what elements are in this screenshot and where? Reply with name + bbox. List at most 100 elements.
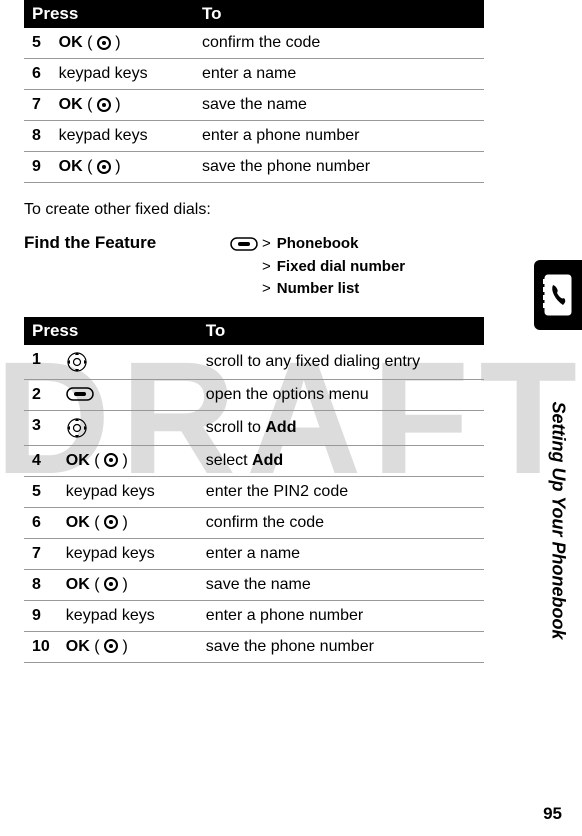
action-prefix: select: [206, 452, 252, 469]
center-key-icon: [104, 577, 118, 591]
action-bold: Add: [252, 452, 283, 469]
step-number: 1: [24, 345, 58, 380]
press-cell: keypad keys: [51, 59, 194, 90]
table-row: 7 OK ( ) save the name: [24, 90, 484, 121]
press-cell: OK ( ): [58, 445, 198, 476]
action-cell: save the phone number: [198, 631, 484, 662]
table-row: 3 scroll to Add: [24, 410, 484, 445]
action-cell: confirm the code: [198, 507, 484, 538]
press-cell: keypad keys: [58, 538, 198, 569]
table-row: 4 OK ( ) select Add: [24, 445, 484, 476]
step-number: 6: [24, 507, 58, 538]
table-row: 6 OK ( ) confirm the code: [24, 507, 484, 538]
key-suffix: ( ): [87, 158, 121, 175]
action-cell: enter a name: [194, 59, 484, 90]
page-content: Press To 5 OK ( ) confirm the code 6 key…: [0, 0, 582, 663]
key-suffix: ( ): [87, 96, 121, 113]
key-suffix: ( ): [94, 514, 128, 531]
center-key-icon: [97, 98, 111, 112]
action-cell: scroll to Add: [198, 410, 484, 445]
ok-label: OK: [66, 638, 90, 655]
action-prefix: scroll to: [206, 419, 266, 436]
action-cell: enter a phone number: [198, 600, 484, 631]
phonebook-icon: [541, 271, 575, 319]
table-row: 5 OK ( ) confirm the code: [24, 28, 484, 59]
find-feature: Find the Feature > Phonebook > Fixed dia…: [24, 233, 546, 301]
ok-label: OK: [66, 452, 90, 469]
table-row: 10 OK ( ) save the phone number: [24, 631, 484, 662]
table-row: 6 keypad keys enter a name: [24, 59, 484, 90]
press-cell: OK ( ): [58, 631, 198, 662]
ok-label: OK: [59, 96, 83, 113]
col-press: Press: [24, 317, 198, 345]
step-number: 8: [24, 121, 51, 152]
table-row: 2 open the options menu: [24, 379, 484, 410]
center-key-icon: [97, 36, 111, 50]
path-sep: >: [262, 256, 271, 279]
path-sep: >: [262, 233, 271, 256]
press-cell: OK ( ): [51, 152, 194, 183]
press-cell: [58, 410, 198, 445]
action-cell: save the name: [198, 569, 484, 600]
ok-label: OK: [59, 158, 83, 175]
path-sep: >: [262, 278, 271, 301]
feature-path: > Phonebook > Fixed dial number > Number…: [230, 233, 405, 301]
table-row: 8 keypad keys enter a phone number: [24, 121, 484, 152]
action-cell: enter the PIN2 code: [198, 476, 484, 507]
step-number: 3: [24, 410, 58, 445]
step-number: 7: [24, 538, 58, 569]
press-cell: [58, 379, 198, 410]
center-key-icon: [104, 453, 118, 467]
table-row: 5 keypad keys enter the PIN2 code: [24, 476, 484, 507]
path-item: Phonebook: [277, 233, 359, 256]
section-tab: [534, 260, 582, 330]
section-title-vertical: Setting Up Your Phonebook: [548, 360, 568, 680]
ok-label: OK: [66, 576, 90, 593]
step-number: 6: [24, 59, 51, 90]
press-cell: keypad keys: [51, 121, 194, 152]
action-cell: select Add: [198, 445, 484, 476]
page-number: 95: [543, 804, 562, 824]
nav-key-icon: [66, 351, 88, 373]
section-title-text: Setting Up Your Phonebook: [548, 401, 569, 639]
action-cell: enter a phone number: [194, 121, 484, 152]
step-number: 5: [24, 28, 51, 59]
table-row: 9 keypad keys enter a phone number: [24, 600, 484, 631]
press-cell: OK ( ): [58, 507, 198, 538]
action-cell: save the name: [194, 90, 484, 121]
center-key-icon: [97, 160, 111, 174]
key-suffix: ( ): [94, 576, 128, 593]
step-number: 4: [24, 445, 58, 476]
key-suffix: ( ): [87, 34, 121, 51]
press-cell: keypad keys: [58, 600, 198, 631]
path-item: Number list: [277, 278, 360, 301]
col-press: Press: [24, 0, 194, 28]
ok-label: OK: [66, 514, 90, 531]
step-number: 8: [24, 569, 58, 600]
nav-key-icon: [66, 417, 88, 439]
center-key-icon: [104, 515, 118, 529]
table-row: 7 keypad keys enter a name: [24, 538, 484, 569]
action-cell: enter a name: [198, 538, 484, 569]
ok-label: OK: [59, 34, 83, 51]
instruction-table-1: Press To 5 OK ( ) confirm the code 6 key…: [24, 0, 484, 183]
action-cell: scroll to any fixed dialing entry: [198, 345, 484, 380]
center-key-icon: [104, 639, 118, 653]
col-to: To: [194, 0, 484, 28]
press-cell: [58, 345, 198, 380]
step-number: 5: [24, 476, 58, 507]
step-number: 10: [24, 631, 58, 662]
step-number: 9: [24, 152, 51, 183]
action-cell: open the options menu: [198, 379, 484, 410]
table-row: 1 scroll to any fixed dialing entry: [24, 345, 484, 380]
press-cell: OK ( ): [51, 28, 194, 59]
find-feature-label: Find the Feature: [24, 233, 204, 253]
action-cell: save the phone number: [194, 152, 484, 183]
step-number: 7: [24, 90, 51, 121]
col-to: To: [198, 317, 484, 345]
intro-text: To create other fixed dials:: [24, 201, 546, 219]
key-suffix: ( ): [94, 452, 128, 469]
table-row: 9 OK ( ) save the phone number: [24, 152, 484, 183]
table-row: 8 OK ( ) save the name: [24, 569, 484, 600]
press-cell: keypad keys: [58, 476, 198, 507]
